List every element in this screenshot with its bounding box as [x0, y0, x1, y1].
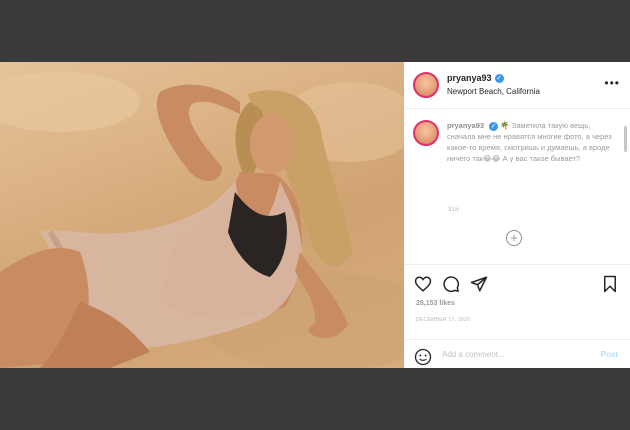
post-modal: pryanya93 ✓ Newport Beach, California •••… [0, 62, 630, 368]
caption-author-avatar[interactable] [413, 120, 439, 146]
bookmark-icon[interactable] [602, 275, 618, 293]
load-more-comments-icon[interactable]: + [506, 230, 522, 246]
heart-icon[interactable] [414, 275, 432, 293]
emoji-icon[interactable] [414, 348, 432, 366]
share-icon[interactable] [470, 275, 488, 293]
post-caption: pryanya93 ✓ 🌴 Заметила такую вещь, снача… [413, 120, 618, 164]
post-location[interactable]: Newport Beach, California [447, 85, 540, 98]
likes-count[interactable]: 28,153 likes [416, 300, 455, 307]
comment-input[interactable]: Add a comment... [442, 350, 505, 359]
comments-scrollbar[interactable] [624, 126, 627, 152]
caption-username[interactable]: pryanya93 [447, 121, 484, 130]
verified-badge-icon: ✓ [494, 74, 504, 84]
post-header: pryanya93 ✓ Newport Beach, California ••• [404, 62, 630, 109]
post-photo[interactable] [0, 62, 404, 368]
more-options-icon[interactable]: ••• [604, 76, 620, 90]
post-date: DECEMBER 17, 2020 [416, 317, 471, 323]
comment-icon[interactable] [442, 275, 460, 293]
beach-photo-illustration [0, 72, 404, 368]
post-actions: 28,153 likes DECEMBER 17, 2020 Add a com… [404, 264, 630, 366]
post-side-panel: pryanya93 ✓ Newport Beach, California •••… [404, 62, 630, 368]
caption-verified-badge-icon: ✓ [489, 121, 499, 131]
caption-time: 31w [448, 207, 460, 213]
author-avatar[interactable] [413, 72, 439, 98]
author-username[interactable]: pryanya93 [447, 72, 492, 85]
post-comment-button[interactable]: Post [601, 350, 618, 359]
comment-box: Add a comment... Post [404, 339, 630, 372]
